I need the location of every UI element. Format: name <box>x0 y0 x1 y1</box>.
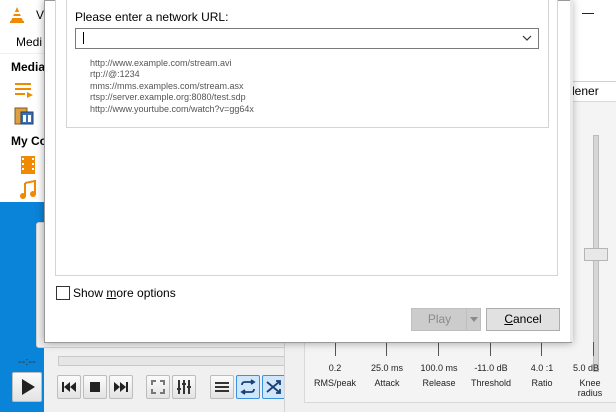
attack-label: Attack <box>374 378 400 388</box>
play-dropdown-button[interactable] <box>466 308 481 331</box>
next-button[interactable] <box>109 375 133 399</box>
attack-value: 25.0 ms <box>370 363 403 373</box>
knee-radius-value: 5.0 dB <box>572 363 600 373</box>
playlist-icon[interactable] <box>14 80 34 100</box>
url-example: http://www.yourtube.com/watch?v=gg64x <box>90 103 254 114</box>
elapsed-time: --:-- <box>18 356 36 368</box>
play-button[interactable] <box>12 372 42 402</box>
extended-settings-button[interactable] <box>172 375 196 399</box>
release-label: Release <box>422 378 456 388</box>
slider-tick <box>541 342 542 356</box>
knee-radius-label: Knee radius <box>577 378 603 398</box>
url-example: rtp://@:1234 <box>90 69 140 80</box>
playlist-toggle-icon <box>215 382 229 392</box>
previous-button[interactable] <box>57 375 81 399</box>
shuffle-icon <box>266 380 281 394</box>
rms-peak-value: 0.2 <box>328 363 342 373</box>
show-more-suffix: ore options <box>116 286 176 300</box>
play-icon <box>22 379 35 395</box>
network-url-label: Please enter a network URL: <box>75 10 229 24</box>
cancel-button[interactable]: Cancel <box>486 308 560 331</box>
next-icon <box>114 382 128 392</box>
knee-radius-slider-thumb[interactable] <box>584 248 608 261</box>
url-example: rtsp://server.example.org:8080/test.sdp <box>90 92 246 103</box>
show-more-options-checkbox[interactable] <box>56 286 70 300</box>
loop-button[interactable] <box>236 375 260 399</box>
slider-tick <box>593 342 594 356</box>
play-button-label: Play <box>427 312 452 326</box>
menu-media[interactable]: Medi <box>16 35 42 49</box>
previous-icon <box>62 382 76 392</box>
minimize-button[interactable] <box>576 6 600 20</box>
slider-tick <box>335 342 336 356</box>
stop-icon <box>90 382 100 392</box>
toggle-playlist-button[interactable] <box>210 375 234 399</box>
ratio-label: Ratio <box>531 378 553 388</box>
show-more-prefix: Show <box>73 286 107 300</box>
network-url-combobox[interactable] <box>75 28 539 49</box>
effects-header-area <box>572 22 616 84</box>
videos-icon[interactable] <box>18 155 38 175</box>
vlc-window-title: V <box>36 8 45 22</box>
random-button[interactable] <box>262 375 286 399</box>
play-button-disabled[interactable]: Play <box>411 308 468 331</box>
dialog-border <box>570 0 573 342</box>
equalizer-icon <box>177 380 191 394</box>
loop-icon <box>240 379 256 395</box>
seek-slider[interactable] <box>58 356 290 366</box>
release-value: 100.0 ms <box>420 363 458 373</box>
slider-tick <box>386 342 387 356</box>
show-more-accel: m <box>106 286 117 300</box>
sidebar-mycomputer-header: My Co <box>11 134 47 148</box>
text-caret <box>83 32 84 44</box>
media-library-icon[interactable] <box>14 106 34 126</box>
music-icon[interactable] <box>18 180 38 200</box>
slider-tick <box>438 342 439 356</box>
vlc-cone-icon <box>10 7 24 23</box>
fullscreen-button[interactable] <box>146 375 170 399</box>
chevron-down-icon[interactable] <box>522 33 532 43</box>
sidebar-media-header: Media <box>11 60 46 74</box>
show-more-options-label[interactable]: Show more options <box>73 286 176 300</box>
url-example: http://www.example.com/stream.avi <box>90 58 232 68</box>
url-example: mms://mms.examples.com/stream.asx <box>90 80 244 91</box>
slider-tick <box>490 342 491 356</box>
fullscreen-icon <box>151 380 165 394</box>
cancel-accel: C <box>504 312 513 326</box>
stop-button[interactable] <box>83 375 107 399</box>
url-examples: http://www.example.com/stream.avi rtp://… <box>90 58 254 115</box>
cancel-suffix: ancel <box>512 312 542 326</box>
rms-peak-label: RMS/peak <box>313 378 357 388</box>
